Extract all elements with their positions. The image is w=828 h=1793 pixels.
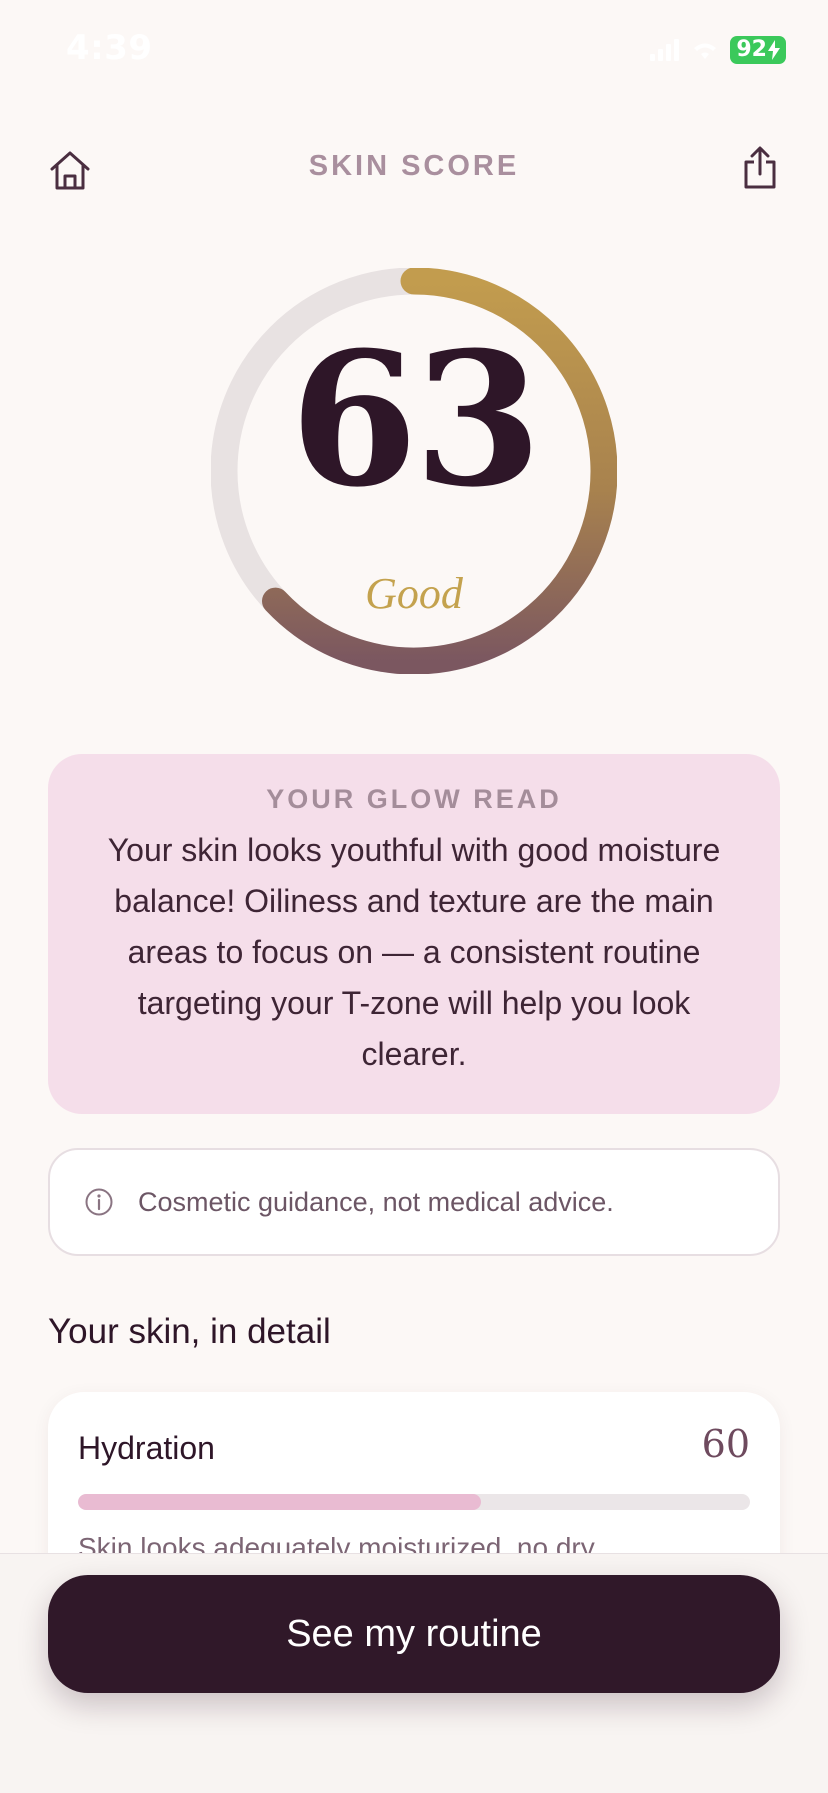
metric-progress-fill — [78, 1494, 482, 1510]
share-icon — [744, 146, 776, 189]
bottom-action-bar: See my routine — [0, 1553, 828, 1793]
score-ring: 63 Good — [211, 268, 617, 674]
signal-icon — [650, 39, 680, 61]
header: SKIN SCORE — [0, 130, 828, 210]
see-routine-button[interactable]: See my routine — [48, 1575, 780, 1693]
status-time: 4:39 — [66, 28, 153, 68]
glow-read-card: YOUR GLOW READ Your skin looks youthful … — [48, 754, 780, 1114]
metric-progress-track — [78, 1494, 750, 1510]
info-icon — [84, 1187, 114, 1217]
score-rating-label: Good — [365, 569, 463, 618]
share-button[interactable] — [738, 144, 782, 192]
glow-read-text: Your skin looks youthful with good moist… — [107, 832, 721, 1072]
score-value: 63 — [289, 312, 542, 528]
status-icons: 92 — [650, 36, 786, 64]
status-bar: 4:39 92 — [0, 0, 828, 100]
charging-bolt-icon — [768, 40, 780, 60]
disclaimer-banner: Cosmetic guidance, not medical advice. — [48, 1148, 780, 1256]
detail-section-heading: Your skin, in detail — [48, 1312, 331, 1351]
disclaimer-text: Cosmetic guidance, not medical advice. — [138, 1186, 614, 1217]
battery-level: 92 — [736, 37, 767, 62]
battery-indicator: 92 — [730, 36, 786, 64]
metric-value: 60 — [701, 1422, 750, 1466]
metric-name: Hydration — [78, 1430, 215, 1466]
page-title: SKIN SCORE — [308, 150, 520, 182]
wifi-icon — [694, 43, 717, 59]
glow-read-title: YOUR GLOW READ — [266, 784, 562, 814]
